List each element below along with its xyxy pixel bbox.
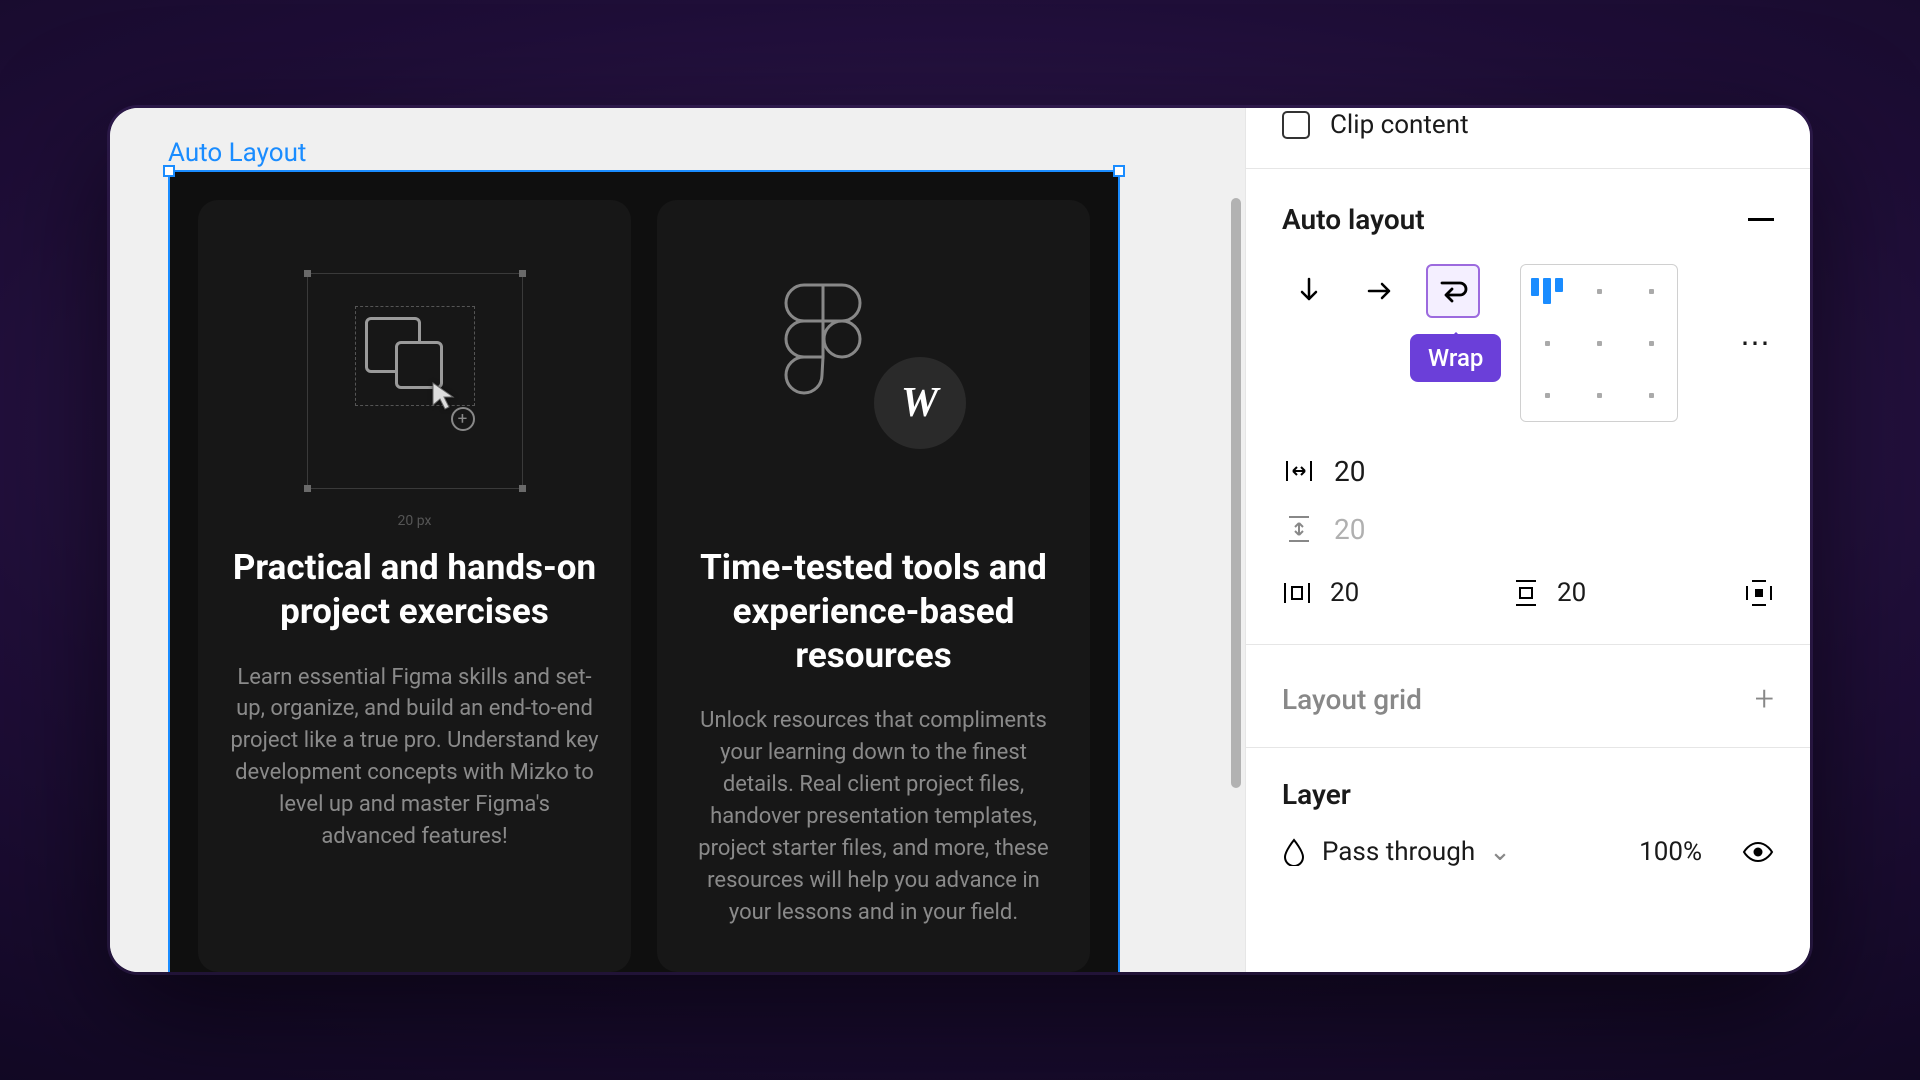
add-layout-grid-button[interactable]: + bbox=[1755, 679, 1774, 719]
resize-handle-tl[interactable] bbox=[163, 165, 175, 177]
card1-description: Learn essential Figma skills and set-up,… bbox=[230, 662, 599, 853]
horizontal-gap-icon bbox=[1282, 458, 1316, 484]
app-window: Auto Layout 20 px bbox=[110, 108, 1810, 972]
design-panel: Clip content Auto layout bbox=[1245, 108, 1810, 972]
layout-grid-heading: Layout grid bbox=[1282, 683, 1422, 716]
horizontal-padding-input[interactable]: 20 bbox=[1330, 578, 1359, 608]
alignment-grid[interactable] bbox=[1520, 264, 1678, 422]
card1-title: Practical and hands-on project exercises bbox=[230, 546, 599, 634]
figma-icon bbox=[784, 283, 862, 399]
direction-horizontal-button[interactable] bbox=[1354, 264, 1408, 318]
horizontal-padding-icon bbox=[1282, 580, 1312, 606]
opacity-input[interactable]: 100% bbox=[1639, 837, 1702, 867]
frame-label[interactable]: Auto Layout bbox=[168, 138, 306, 168]
resize-handle-tr[interactable] bbox=[1113, 165, 1125, 177]
auto-layout-frame[interactable]: 20 px + Practical and hands-on project e… bbox=[168, 170, 1120, 972]
independent-padding-button[interactable] bbox=[1744, 578, 1774, 608]
autolayout-more-button[interactable]: ⋯ bbox=[1740, 326, 1774, 361]
canvas-area[interactable]: Auto Layout 20 px bbox=[110, 108, 1245, 972]
direction-wrap-button[interactable] bbox=[1426, 264, 1480, 318]
clip-content-label: Clip content bbox=[1330, 110, 1469, 140]
autolayout-heading: Auto layout bbox=[1282, 203, 1425, 236]
vertical-padding-input[interactable]: 20 bbox=[1557, 578, 1586, 608]
canvas-scrollbar[interactable] bbox=[1231, 198, 1241, 788]
card1-illustration: 20 px + bbox=[230, 236, 599, 526]
card2-illustration: W bbox=[689, 236, 1058, 526]
card-tools[interactable]: W Time-tested tools and experience-based… bbox=[657, 200, 1090, 972]
layer-heading: Layer bbox=[1282, 778, 1774, 811]
card2-title: Time-tested tools and experience-based r… bbox=[689, 546, 1058, 677]
webflow-icon: W bbox=[874, 357, 966, 449]
horizontal-gap-input[interactable]: 20 bbox=[1334, 455, 1365, 488]
wrap-tooltip: Wrap bbox=[1410, 334, 1501, 382]
dimension-label: 20 px bbox=[295, 513, 535, 529]
card2-description: Unlock resources that compliments your l… bbox=[689, 705, 1058, 928]
visibility-toggle[interactable] bbox=[1742, 841, 1774, 863]
direction-vertical-button[interactable] bbox=[1282, 264, 1336, 318]
card-practical[interactable]: 20 px + Practical and hands-on project e… bbox=[198, 200, 631, 972]
vertical-gap-icon bbox=[1282, 514, 1316, 544]
blend-mode-icon bbox=[1282, 838, 1306, 866]
clip-content-checkbox[interactable] bbox=[1282, 111, 1310, 139]
blend-mode-select[interactable]: Pass through ⌄ bbox=[1322, 837, 1511, 867]
remove-autolayout-button[interactable] bbox=[1748, 218, 1774, 221]
vertical-gap-input[interactable]: 20 bbox=[1334, 513, 1365, 546]
chevron-down-icon: ⌄ bbox=[1489, 837, 1511, 867]
vertical-padding-icon bbox=[1513, 578, 1539, 608]
